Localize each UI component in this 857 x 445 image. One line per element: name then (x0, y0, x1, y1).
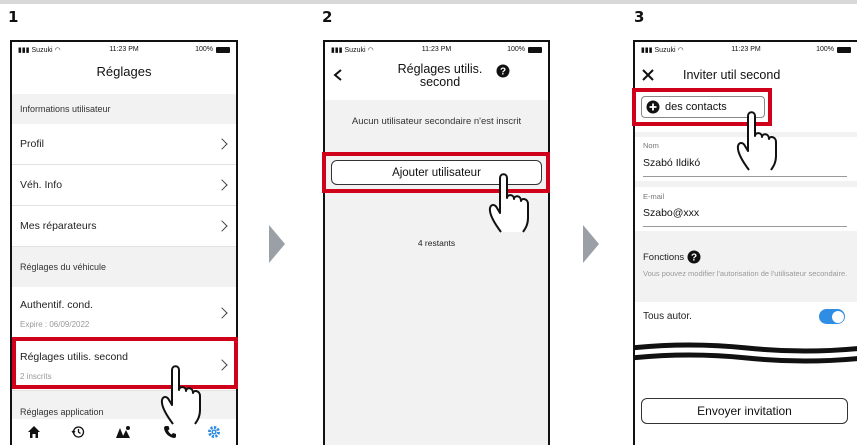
svg-text:?: ? (691, 253, 697, 264)
back-chevron-icon[interactable] (333, 69, 343, 81)
close-icon[interactable] (642, 69, 654, 81)
settings-item-label: Authentif. cond. (20, 299, 93, 311)
settings-item-veh-info[interactable]: Véh. Info (12, 165, 236, 206)
next-step-arrow-icon (583, 225, 599, 263)
step-number-3: 3 (634, 8, 645, 26)
name-value: Szabó Ildikó (643, 157, 701, 169)
chevron-right-icon (216, 138, 228, 150)
settings-item-sublabel: Expire : 06/09/2022 (20, 320, 90, 329)
section-header-vehicle: Réglages du véhicule (12, 247, 236, 287)
step-number-2: 2 (322, 8, 333, 26)
section-header-user-info: Informations utilisateur (12, 94, 236, 124)
chevron-right-icon (216, 179, 228, 191)
all-permissions-label: Tous autor. (643, 311, 692, 322)
svg-text:?: ? (500, 67, 506, 78)
field-underline (643, 226, 847, 227)
next-step-arrow-icon (269, 225, 285, 263)
settings-item-label: Véh. Info (20, 179, 63, 191)
help-icon[interactable]: ? (687, 250, 701, 264)
battery-icon (216, 46, 230, 53)
page-title: Réglages utilis. second (397, 62, 483, 89)
step-number-1: 1 (8, 8, 19, 26)
battery-indicator: 100% (816, 46, 851, 53)
page-title: Réglages (96, 64, 152, 79)
battery-icon (837, 46, 851, 53)
chevron-right-icon (216, 220, 228, 232)
empty-message: Aucun utilisateur secondaire n'est inscr… (351, 116, 522, 127)
email-value: Szabo@xxx (643, 207, 700, 219)
battery-indicator: 100% (195, 46, 230, 53)
map-icon[interactable] (115, 425, 133, 439)
email-label: E-mail (643, 192, 665, 201)
settings-item-label: Mes réparateurs (20, 220, 97, 232)
functions-description: Vous pouvez modifier l'autorisation de l… (643, 269, 848, 278)
home-icon[interactable] (27, 425, 41, 439)
all-permissions-toggle[interactable] (819, 309, 845, 324)
all-permissions-row: Tous autor. (635, 302, 857, 332)
history-icon[interactable] (71, 425, 85, 439)
top-divider (0, 0, 857, 4)
help-icon[interactable]: ? (496, 64, 510, 78)
battery-icon (528, 46, 542, 53)
settings-item-profile[interactable]: Profil (12, 124, 236, 165)
page-title: Inviter util second (683, 68, 781, 82)
settings-item-label: Profil (20, 138, 44, 150)
settings-item-repairers[interactable]: Mes réparateurs (12, 206, 236, 247)
functions-label: Fonctions (643, 252, 685, 263)
gear-icon[interactable] (207, 425, 221, 439)
status-bar: ▮▮▮ Suzuki ◠ 11:23 PM 100% (635, 42, 857, 58)
email-field[interactable]: E-mail Szabo@xxx (635, 187, 857, 231)
name-label: Nom (643, 141, 659, 150)
pointing-hand-icon (488, 173, 529, 233)
pointing-hand-icon (736, 111, 777, 171)
send-invitation-button[interactable]: Envoyer invitation (641, 398, 848, 424)
settings-item-auth[interactable]: Authentif. cond. Expire : 06/09/2022 (12, 287, 236, 339)
status-bar: ▮▮▮ Suzuki ◠ 11:23 PM 100% (12, 42, 236, 58)
screen-break-divider (635, 342, 857, 364)
phone-screen-second-user: ▮▮▮ Suzuki ◠ 11:23 PM 100% Réglages util… (323, 40, 550, 445)
status-bar: ▮▮▮ Suzuki ◠ 11:23 PM 100% (325, 42, 548, 58)
chevron-right-icon (216, 307, 228, 319)
battery-indicator: 100% (507, 46, 542, 53)
pointing-hand-icon (160, 365, 201, 425)
